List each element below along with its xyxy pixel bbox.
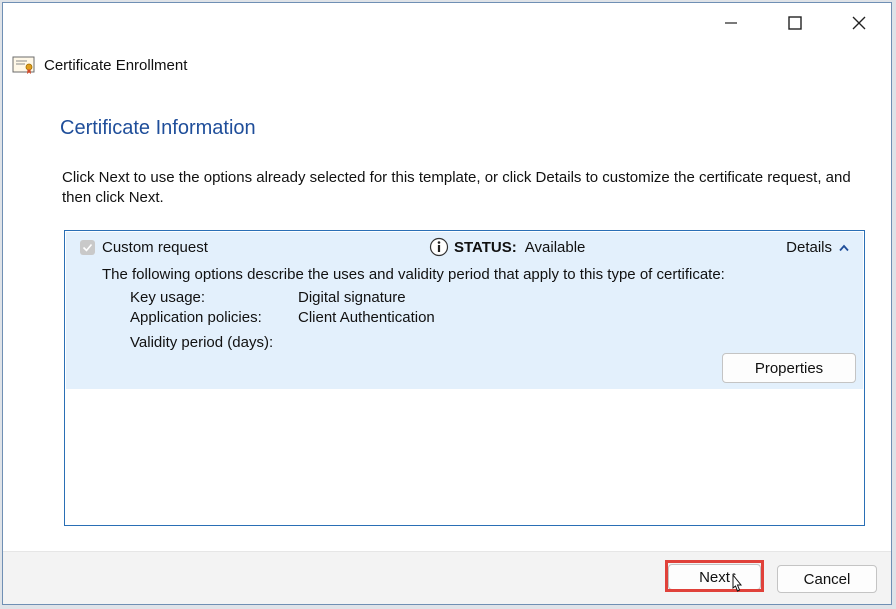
chevron-up-icon [839,244,849,251]
request-name: Custom request [102,239,208,256]
minimize-button[interactable] [699,3,763,43]
application-policies-label: Application policies: [130,309,262,326]
details-label: Details [786,239,832,256]
maximize-icon [788,16,802,30]
next-button-highlight [665,560,764,592]
info-icon [429,237,449,257]
cancel-button[interactable]: Cancel [777,565,877,593]
status-value: Available [524,238,586,256]
checkmark-icon [82,243,93,252]
properties-button[interactable]: Properties [722,353,856,383]
request-checkbox[interactable] [80,240,95,255]
instructions-text: Click Next to use the options already se… [62,169,851,206]
certificate-enrollment-window: Certificate Enrollment Certificate Infor… [2,2,892,605]
title-bar-controls [699,3,891,43]
request-description: The following options describe the uses … [102,266,725,283]
validity-period-label: Validity period (days): [130,334,274,351]
details-toggle[interactable]: Details [786,239,849,256]
close-icon [852,16,866,30]
certificate-request-list: Custom request STATUS: Available Details… [64,230,865,526]
maximize-button[interactable] [763,3,827,43]
window-title: Certificate Enrollment [12,54,187,76]
status-indicator: STATUS: Available [429,237,585,257]
key-usage-value: Digital signature [298,289,406,306]
key-usage-label: Key usage: [130,289,206,306]
application-policies-value: Client Authentication [298,309,435,326]
status-label: STATUS: [454,238,517,256]
mouse-pointer-icon [732,573,743,592]
list-item-custom-request[interactable]: Custom request STATUS: Available Details… [66,232,863,389]
minimize-icon [725,22,737,24]
window-title-text: Certificate Enrollment [44,56,188,74]
close-button[interactable] [827,3,891,43]
certificate-icon [12,56,35,74]
page-title: Certificate Information [60,117,256,139]
